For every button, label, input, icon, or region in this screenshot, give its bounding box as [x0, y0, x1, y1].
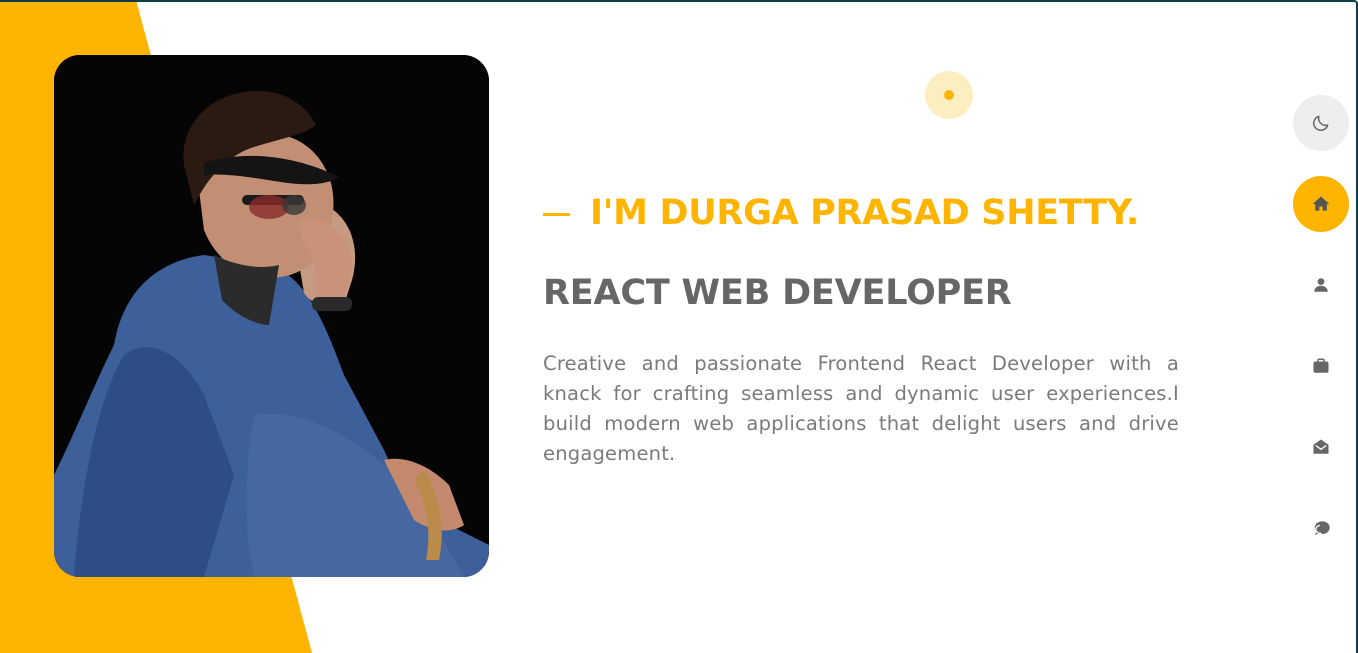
intro-heading: I'M DURGA PRASAD SHETTY.	[543, 193, 1139, 233]
envelope-open-icon	[1312, 438, 1330, 456]
nav-contact-button[interactable]	[1293, 419, 1349, 475]
moon-icon	[1311, 113, 1331, 133]
nav-home-button[interactable]	[1293, 176, 1349, 232]
user-icon	[1312, 276, 1330, 294]
comments-icon	[1312, 519, 1331, 538]
decorative-dot	[925, 71, 973, 119]
role-heading: REACT WEB DEVELOPER	[543, 273, 1012, 313]
theme-toggle-button[interactable]	[1293, 95, 1349, 151]
nav-about-button[interactable]	[1293, 257, 1349, 313]
home-icon	[1311, 194, 1331, 214]
profile-photo	[54, 55, 489, 577]
intro-heading-text: I'M DURGA PRASAD SHETTY.	[590, 193, 1140, 233]
bio-paragraph: Creative and passionate Frontend React D…	[543, 352, 1179, 465]
briefcase-icon	[1312, 357, 1330, 375]
nav-blog-button[interactable]	[1293, 500, 1349, 556]
nav-portfolio-button[interactable]	[1293, 338, 1349, 394]
accent-dash	[543, 212, 570, 216]
